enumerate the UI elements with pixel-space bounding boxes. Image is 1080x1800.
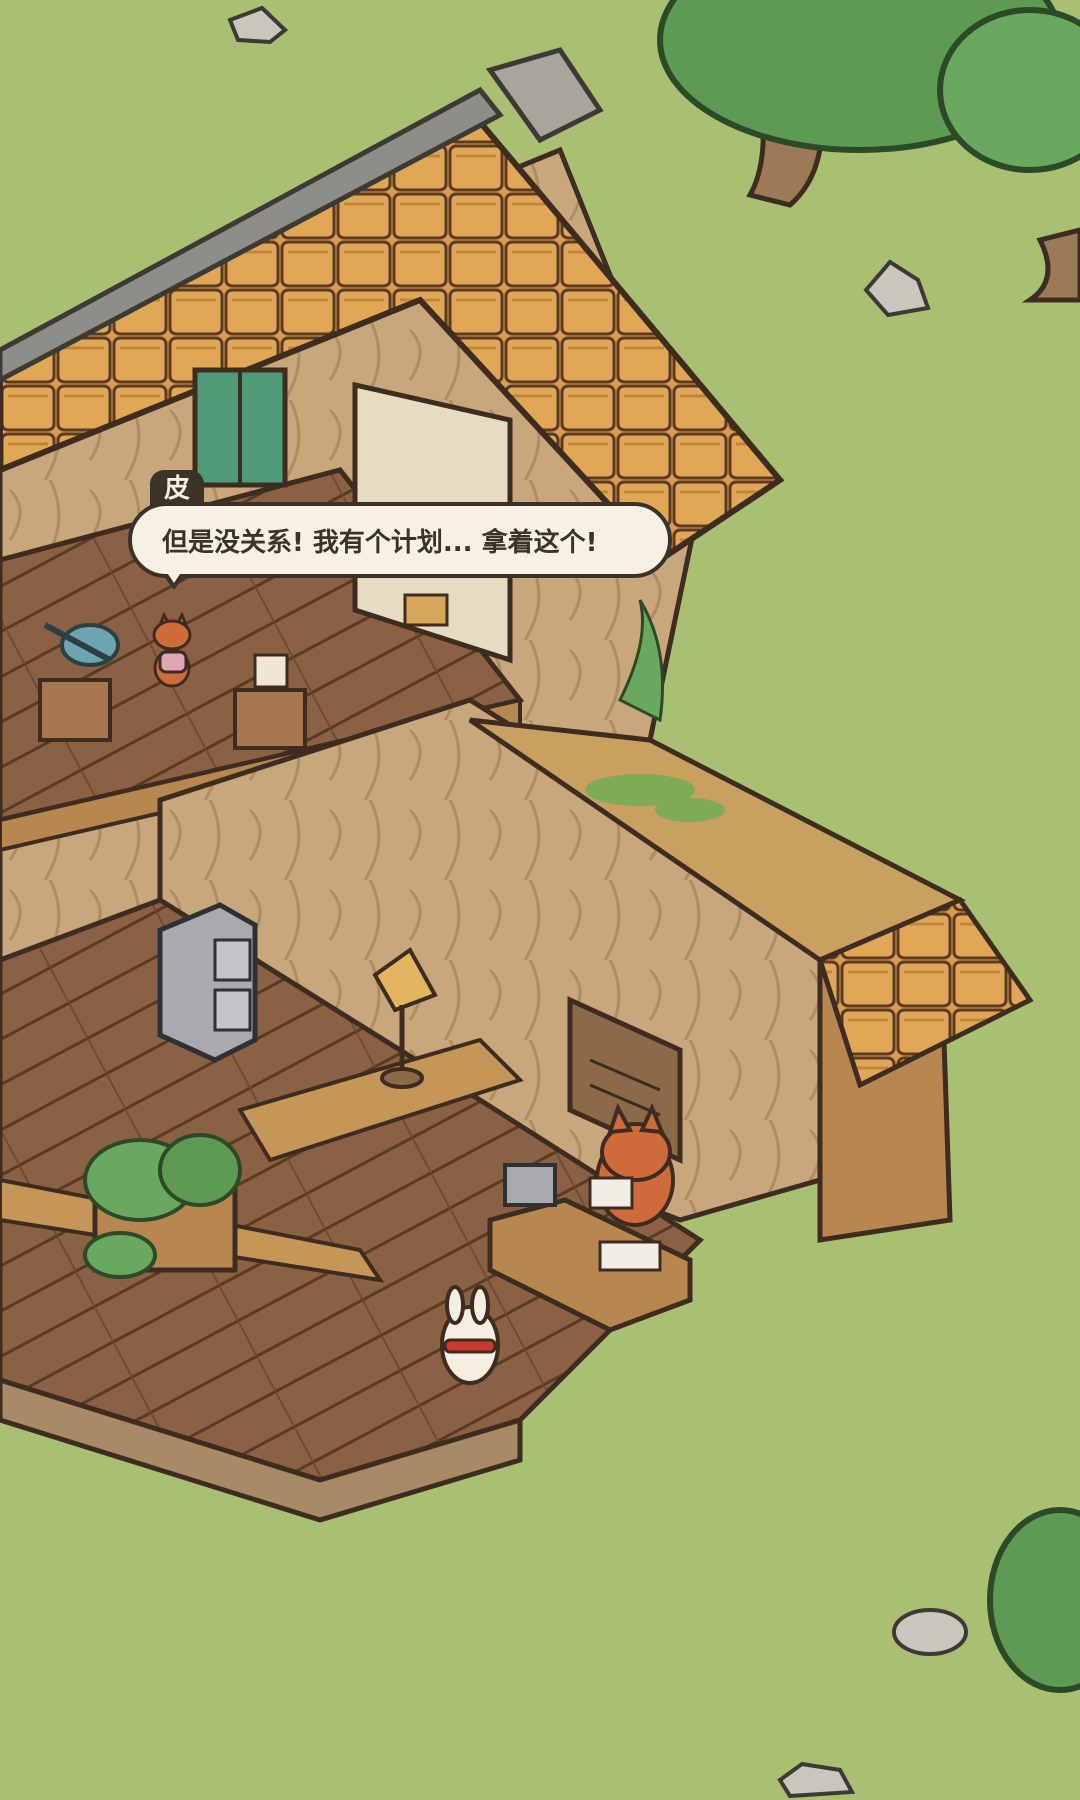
rock [892, 1608, 968, 1656]
dialogue-bubble[interactable]: 但是没关系! 我有个计划... 拿着这个! [128, 502, 672, 578]
filing-cabinet[interactable] [157, 902, 258, 1063]
dialogue-text: 但是没关系! 我有个计划... 拿着这个! [162, 527, 598, 558]
dialogue-tail-inner [166, 571, 182, 583]
game-scene [0, 0, 1080, 1800]
plant-shelf[interactable] [83, 1133, 242, 1279]
window-green [192, 367, 288, 488]
